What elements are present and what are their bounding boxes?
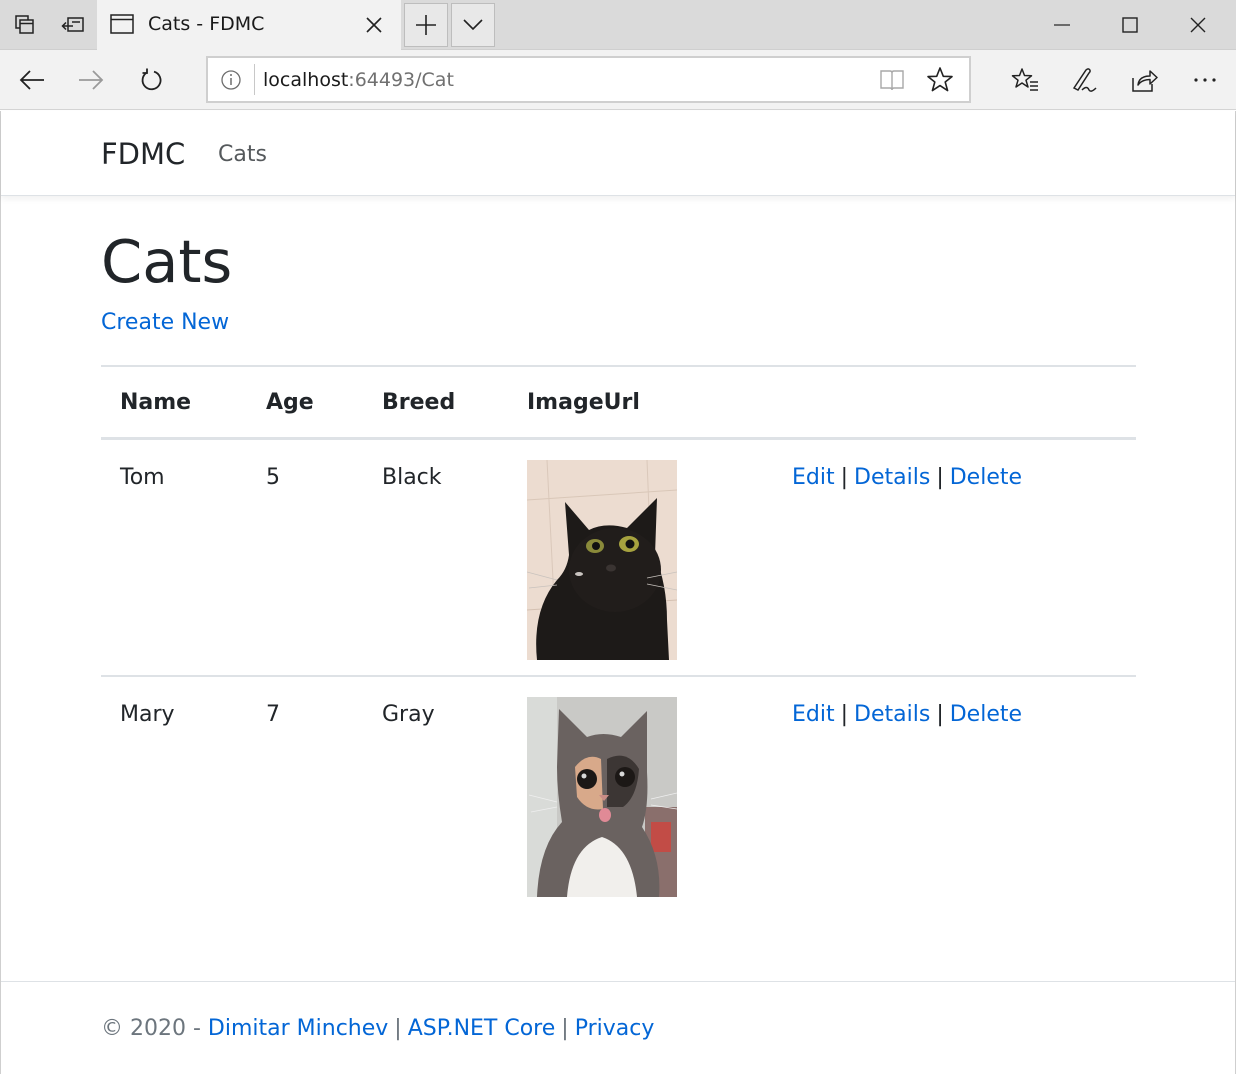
active-tab[interactable]: Cats - FDMC xyxy=(97,0,401,50)
column-header-age: Age xyxy=(266,390,314,415)
plus-icon xyxy=(416,15,436,35)
table-top-border xyxy=(101,365,1136,367)
action-separator: | xyxy=(936,465,944,490)
forward-button[interactable] xyxy=(69,58,113,102)
reading-view-icon[interactable] xyxy=(878,67,906,93)
brand-link[interactable]: FDMC xyxy=(101,137,185,171)
site-navbar: FDMC Cats xyxy=(1,111,1235,196)
action-separator: | xyxy=(840,465,849,490)
close-icon xyxy=(1190,17,1206,33)
close-window-button[interactable] xyxy=(1164,0,1232,50)
row-actions: Edit | Details | Delete xyxy=(792,465,1022,490)
author-link[interactable]: Dimitar Minchev xyxy=(208,1016,388,1041)
row-actions: Edit | Details | Delete xyxy=(792,702,1022,727)
cell-name: Mary xyxy=(120,702,175,727)
more-icon xyxy=(1194,78,1216,82)
edit-link[interactable]: Edit xyxy=(792,465,835,490)
tab-stack-icon xyxy=(15,14,34,34)
tab-title: Cats - FDMC xyxy=(148,13,265,35)
maximize-button[interactable] xyxy=(1096,0,1164,50)
edit-link[interactable]: Edit xyxy=(792,702,835,727)
column-header-imageurl: ImageUrl xyxy=(527,390,640,415)
create-new-link[interactable]: Create New xyxy=(101,310,229,335)
url-path: :64493/Cat xyxy=(348,69,454,91)
black-cat-photo xyxy=(527,460,677,660)
back-button[interactable] xyxy=(10,58,54,102)
footer-separator: | xyxy=(394,1016,402,1041)
refresh-icon xyxy=(141,68,162,91)
favorite-star-icon[interactable] xyxy=(926,66,954,94)
address-bar[interactable]: localhost:64493/Cat xyxy=(206,56,971,103)
footer-text: © 2020 - Dimitar Minchev | ASP.NET Core | Pr… xyxy=(101,1016,654,1041)
new-tab-button[interactable] xyxy=(404,3,448,47)
cell-name: Tom xyxy=(120,465,165,490)
delete-link[interactable]: Delete xyxy=(950,465,1022,490)
chevron-down-icon xyxy=(463,19,483,31)
nav-link-cats[interactable]: Cats xyxy=(218,142,267,167)
table-row: Mary 7 Gray Edit | Details | Delete xyxy=(101,677,1136,914)
tab-manager-button[interactable] xyxy=(0,0,50,49)
privacy-link[interactable]: Privacy xyxy=(575,1016,655,1041)
calico-cat-photo xyxy=(527,697,677,897)
column-header-breed: Breed xyxy=(382,390,456,415)
cell-age: 7 xyxy=(266,702,280,727)
minimize-icon xyxy=(1054,24,1070,26)
share-button[interactable] xyxy=(1122,58,1166,102)
aspnet-core-link[interactable]: ASP.NET Core xyxy=(408,1016,556,1041)
more-button[interactable] xyxy=(1183,58,1227,102)
favorites-button[interactable] xyxy=(1003,58,1047,102)
cell-breed: Black xyxy=(382,465,442,490)
url-text[interactable]: localhost:64493/Cat xyxy=(263,69,454,91)
details-link[interactable]: Details xyxy=(854,465,930,490)
copyright-text: © 2020 - xyxy=(101,1016,201,1041)
browser-toolbar: localhost:64493/Cat xyxy=(0,50,1236,110)
set-aside-icon xyxy=(61,16,84,32)
refresh-button[interactable] xyxy=(129,58,173,102)
table-row: Tom 5 Black Edit | Details | Delete xyxy=(101,440,1136,677)
footer-separator: | xyxy=(561,1016,569,1041)
page-viewport: FDMC Cats Cats Create New Name Age Breed… xyxy=(0,111,1236,1074)
delete-link[interactable]: Delete xyxy=(950,702,1022,727)
url-host: localhost xyxy=(263,69,349,91)
cell-breed: Gray xyxy=(382,702,435,727)
url-divider xyxy=(254,64,255,95)
arrow-right-icon xyxy=(79,70,104,90)
close-tab-icon[interactable] xyxy=(361,12,387,38)
minimize-button[interactable] xyxy=(1028,0,1096,50)
pen-icon xyxy=(1072,68,1097,92)
site-footer: © 2020 - Dimitar Minchev | ASP.NET Core | Pr… xyxy=(1,981,1235,1074)
column-header-name: Name xyxy=(120,390,192,415)
maximize-icon xyxy=(1122,17,1138,33)
tab-preview-button[interactable] xyxy=(451,3,495,47)
details-link[interactable]: Details xyxy=(854,702,930,727)
favorites-list-icon xyxy=(1011,68,1038,91)
action-separator: | xyxy=(840,702,849,727)
page-icon xyxy=(110,14,134,34)
arrow-left-icon xyxy=(19,70,44,90)
page-title: Cats xyxy=(101,227,233,296)
action-separator: | xyxy=(936,702,944,727)
browser-titlebar: Cats - FDMC xyxy=(0,0,1236,50)
notes-button[interactable] xyxy=(1062,58,1106,102)
set-aside-tabs-button[interactable] xyxy=(50,0,96,49)
info-icon[interactable] xyxy=(220,69,242,91)
share-icon xyxy=(1132,70,1158,92)
cell-age: 5 xyxy=(266,465,280,490)
